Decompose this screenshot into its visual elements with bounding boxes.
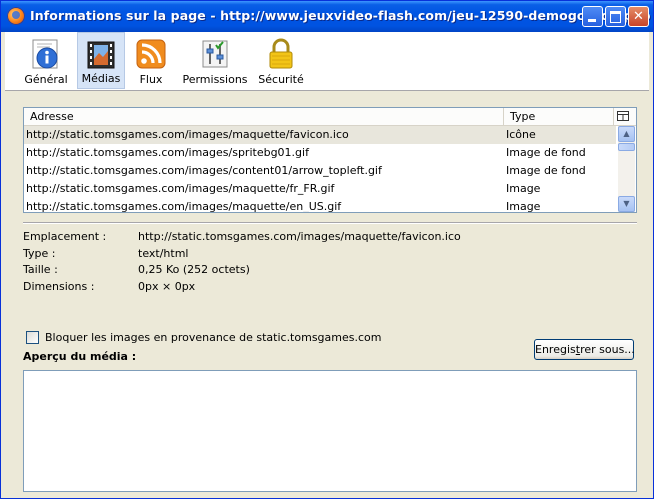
lock-icon bbox=[269, 38, 293, 69]
tab-permissions[interactable]: Permissions bbox=[181, 32, 249, 89]
permissions-icon bbox=[202, 40, 228, 68]
title-bar[interactable]: Informations sur la page - http://www.je… bbox=[1, 1, 653, 32]
column-header-address[interactable]: Adresse bbox=[24, 108, 504, 125]
close-icon: ✕ bbox=[633, 9, 644, 24]
list-scrollbar[interactable]: ▲ ▼ bbox=[618, 126, 635, 212]
maximize-button[interactable] bbox=[605, 6, 626, 27]
scroll-up-button[interactable]: ▲ bbox=[618, 126, 635, 142]
firefox-icon bbox=[7, 7, 25, 25]
list-header: Adresse Type bbox=[24, 108, 636, 126]
media-list[interactable]: Adresse Type http://static.tomsgames.com… bbox=[23, 107, 637, 213]
location-value: http://static.tomsgames.com/images/maque… bbox=[138, 230, 461, 243]
tab-feeds[interactable]: Flux bbox=[129, 32, 173, 89]
minimize-icon bbox=[588, 19, 596, 22]
window-title: Informations sur la page - http://www.je… bbox=[30, 8, 651, 23]
page-info-window: Informations sur la page - http://www.je… bbox=[0, 0, 654, 499]
media-panel: Adresse Type http://static.tomsgames.com… bbox=[5, 91, 649, 494]
media-preview bbox=[23, 370, 637, 492]
row-type: Image de fond bbox=[506, 164, 586, 177]
dimensions-label: Dimensions : bbox=[23, 280, 95, 293]
table-row[interactable]: http://static.tomsgames.com/images/maque… bbox=[24, 180, 616, 198]
tab-feeds-label: Flux bbox=[139, 73, 163, 86]
scroll-down-button[interactable]: ▼ bbox=[618, 196, 635, 212]
row-type: Image bbox=[506, 200, 541, 213]
table-row[interactable]: http://static.tomsgames.com/images/conte… bbox=[24, 162, 616, 180]
table-row[interactable]: http://static.tomsgames.com/images/maque… bbox=[24, 198, 616, 213]
row-address: http://static.tomsgames.com/images/maque… bbox=[26, 200, 342, 213]
save-as-label-start: Enregis bbox=[535, 343, 576, 356]
block-images-checkbox[interactable] bbox=[26, 331, 39, 344]
chevron-up-icon: ▲ bbox=[623, 129, 630, 138]
toolbar: Général Médias Flux Permissions Sécurité bbox=[5, 32, 649, 91]
tab-media[interactable]: Médias bbox=[77, 32, 125, 89]
maximize-icon bbox=[610, 11, 621, 23]
chevron-down-icon: ▼ bbox=[623, 199, 630, 208]
tab-media-label: Médias bbox=[81, 72, 121, 85]
scroll-thumb[interactable] bbox=[618, 143, 635, 151]
location-label: Emplacement : bbox=[23, 230, 107, 243]
tab-security-label: Sécurité bbox=[258, 73, 304, 86]
row-address: http://static.tomsgames.com/images/sprit… bbox=[26, 146, 309, 159]
row-type: Image de fond bbox=[506, 146, 586, 159]
save-as-label-end: rer sous... bbox=[580, 343, 635, 356]
row-type: Icône bbox=[506, 128, 536, 141]
table-row[interactable]: http://static.tomsgames.com/images/maque… bbox=[24, 126, 616, 144]
dimensions-value: 0px × 0px bbox=[138, 280, 196, 293]
tab-general-label: Général bbox=[24, 73, 68, 86]
tab-security[interactable]: Sécurité bbox=[257, 32, 305, 89]
row-address: http://static.tomsgames.com/images/maque… bbox=[26, 182, 335, 195]
type-value: text/html bbox=[138, 247, 189, 260]
size-value: 0,25 Ko (252 octets) bbox=[138, 263, 250, 276]
row-type: Image bbox=[506, 182, 541, 195]
row-address: http://static.tomsgames.com/images/conte… bbox=[26, 164, 382, 177]
save-as-button[interactable]: Enregistrer sous... bbox=[534, 339, 635, 360]
media-rows: http://static.tomsgames.com/images/maque… bbox=[24, 126, 616, 213]
media-icon bbox=[87, 41, 115, 69]
block-images-label[interactable]: Bloquer les images en provenance de stat… bbox=[45, 331, 381, 344]
type-label: Type : bbox=[23, 247, 56, 260]
column-header-type[interactable]: Type bbox=[504, 108, 614, 125]
info-icon bbox=[32, 39, 58, 69]
table-row[interactable]: http://static.tomsgames.com/images/sprit… bbox=[24, 144, 616, 162]
tab-general[interactable]: Général bbox=[19, 32, 73, 89]
tab-permissions-label: Permissions bbox=[182, 73, 248, 86]
minimize-button[interactable] bbox=[582, 6, 603, 27]
media-preview-label: Aperçu du média : bbox=[23, 350, 137, 363]
rss-feed-icon bbox=[136, 39, 166, 69]
divider bbox=[23, 222, 637, 224]
column-picker-icon[interactable] bbox=[616, 110, 630, 122]
close-button[interactable]: ✕ bbox=[628, 6, 649, 27]
row-address: http://static.tomsgames.com/images/maque… bbox=[26, 128, 349, 141]
size-label: Taille : bbox=[23, 263, 58, 276]
